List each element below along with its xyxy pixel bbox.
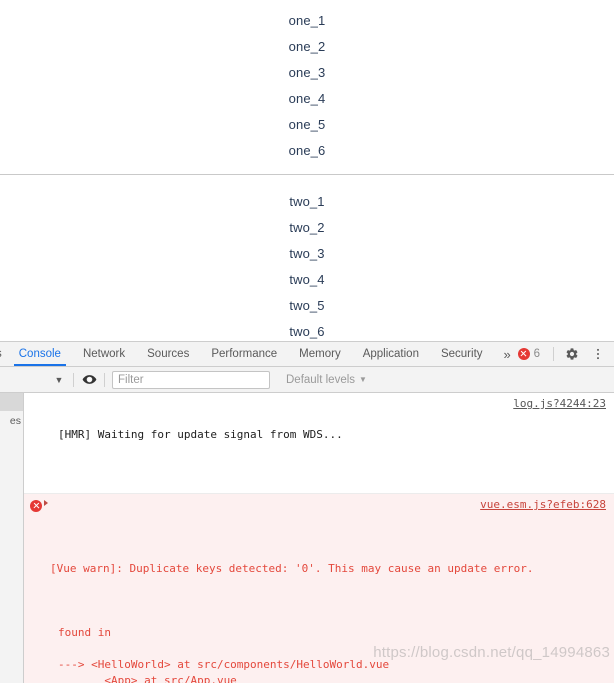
tab-label: Application: [362, 348, 419, 360]
tab-application[interactable]: Application: [352, 342, 430, 366]
list-item: two_1: [289, 194, 325, 209]
list-item: one_3: [288, 65, 326, 80]
gear-icon[interactable]: [561, 343, 583, 365]
kebab-menu-icon[interactable]: [587, 343, 609, 365]
error-count-badge[interactable]: 6: [512, 348, 546, 360]
filter-input[interactable]: [112, 370, 270, 389]
list-item: two_6: [289, 324, 325, 339]
devtools-tabbar: s Console Network Sources Performance Me…: [0, 342, 614, 367]
list-item: two_4: [289, 272, 325, 287]
toolbar-divider: [104, 372, 105, 387]
tab-label: Security: [440, 348, 483, 360]
page-viewport: one_1 one_2 one_3 one_4 one_5 one_6 two_…: [0, 0, 614, 340]
console-message-source-link[interactable]: log.js?4244:23: [513, 396, 606, 412]
list-item: one_2: [288, 39, 326, 54]
console-message-stack: found in ---> <HelloWorld> at src/compon…: [58, 626, 390, 683]
console-sidebar: es: [0, 393, 24, 683]
list-item: one_6: [288, 143, 326, 158]
tab-network[interactable]: Network: [72, 342, 136, 366]
console-filter-toolbar: ▼ Default levels ▼: [0, 367, 614, 393]
tab-label: s: [0, 348, 2, 360]
chevron-down-icon: ▼: [359, 375, 367, 384]
console-message-error[interactable]: [Vue warn]: Duplicate keys detected: '0'…: [24, 494, 614, 683]
tab-security[interactable]: Security: [430, 342, 494, 366]
eye-icon[interactable]: [77, 369, 101, 391]
error-circle-x-icon: [517, 348, 530, 360]
list-item: two_2: [289, 220, 325, 235]
list-item: one_4: [288, 91, 326, 106]
expand-triangle-icon[interactable]: [44, 500, 48, 506]
list-item: two_3: [289, 246, 325, 261]
list-item: one_5: [288, 117, 326, 132]
error-count-label: 6: [533, 348, 540, 360]
tab-label: Network: [82, 348, 126, 360]
list-group-one: one_1 one_2 one_3 one_4 one_5 one_6: [0, 0, 614, 164]
console-message-list[interactable]: [HMR] Waiting for update signal from WDS…: [24, 393, 614, 683]
tab-memory[interactable]: Memory: [288, 342, 352, 366]
list-item: two_5: [289, 298, 325, 313]
tab-sources[interactable]: Sources: [136, 342, 200, 366]
devtools-tabbar-actions: 6: [512, 342, 614, 366]
console-message-text: [HMR] Waiting for update signal from WDS…: [58, 428, 343, 441]
sidebar-item-issues[interactable]: es: [10, 415, 21, 427]
log-levels-label: Default levels: [286, 373, 356, 386]
log-levels-dropdown[interactable]: Default levels ▼: [286, 374, 367, 386]
list-item: one_1: [288, 13, 326, 28]
sidebar-header: [0, 393, 23, 411]
console-message-info[interactable]: [HMR] Waiting for update signal from WDS…: [24, 393, 614, 494]
devtools-panel: s Console Network Sources Performance Me…: [0, 341, 614, 683]
tab-label: Console: [18, 348, 61, 360]
devtools-tab-list: s Console Network Sources Performance Me…: [0, 342, 512, 366]
context-selector-caret-icon[interactable]: ▼: [48, 369, 70, 391]
more-tabs-chevron-icon[interactable]: »: [494, 342, 512, 366]
tab-label: Performance: [211, 348, 278, 360]
error-circle-x-icon: [30, 500, 42, 512]
tab-performance[interactable]: Performance: [200, 342, 288, 366]
console-message-text: [Vue warn]: Duplicate keys detected: '0'…: [50, 562, 534, 575]
console-message-source-link[interactable]: vue.esm.js?efeb:628: [480, 497, 606, 513]
console-body: es [HMR] Waiting for update signal from …: [0, 393, 614, 683]
toolbar-divider: [553, 347, 554, 361]
toolbar-divider: [73, 372, 74, 387]
tab-label: Memory: [299, 348, 341, 360]
list-group-two: two_1 two_2 two_3 two_4 two_5 two_6: [0, 175, 614, 340]
tab-elements[interactable]: s: [0, 342, 8, 366]
tab-console[interactable]: Console: [8, 342, 72, 366]
tab-label: Sources: [147, 348, 190, 360]
